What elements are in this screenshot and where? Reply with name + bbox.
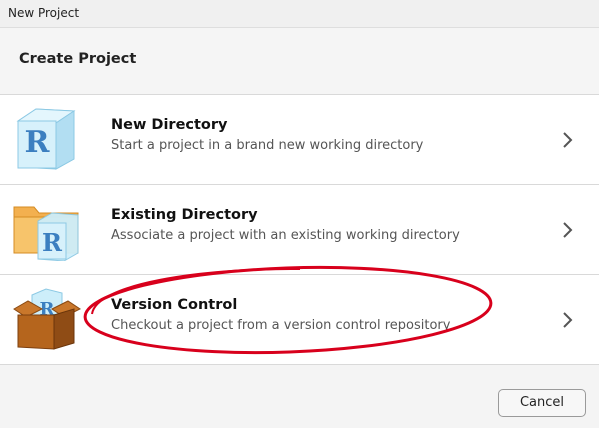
- dialog-header: Create Project: [0, 28, 599, 95]
- chevron-right-icon: [563, 132, 573, 148]
- existing-directory-title: Existing Directory: [111, 207, 258, 223]
- svg-text:R: R: [42, 228, 63, 257]
- version-control-option[interactable]: R Version Control Checkout a project fro…: [0, 275, 599, 365]
- box-r-icon: R: [13, 288, 81, 350]
- window-titlebar: New Project: [0, 0, 599, 28]
- version-control-description: Checkout a project from a version contro…: [111, 318, 451, 333]
- svg-text:R: R: [25, 125, 51, 160]
- existing-directory-description: Associate a project with an existing wor…: [111, 228, 460, 243]
- new-project-dialog: New Project Create Project R New Directo…: [0, 0, 599, 428]
- new-directory-description: Start a project in a brand new working d…: [111, 138, 424, 153]
- version-control-title: Version Control: [111, 297, 238, 313]
- new-directory-title: New Directory: [111, 117, 228, 133]
- dialog-footer: Cancel: [0, 365, 599, 428]
- window-title: New Project: [8, 6, 80, 20]
- r-cube-icon: R: [16, 108, 76, 170]
- chevron-right-icon: [563, 312, 573, 328]
- existing-directory-option[interactable]: R Existing Directory Associate a project…: [0, 185, 599, 275]
- new-directory-option[interactable]: R New Directory Start a project in a bra…: [0, 95, 599, 185]
- folder-r-icon: R: [13, 206, 79, 261]
- chevron-right-icon: [563, 222, 573, 238]
- project-type-list: R New Directory Start a project in a bra…: [0, 95, 599, 365]
- cancel-button[interactable]: Cancel: [498, 389, 586, 417]
- page-title: Create Project: [19, 51, 137, 67]
